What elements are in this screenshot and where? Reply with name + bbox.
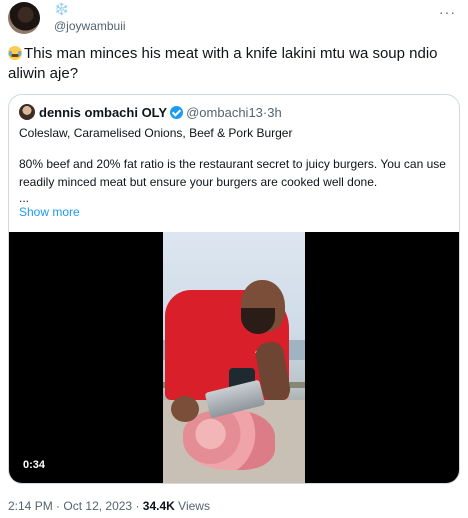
author-display-name[interactable]: ❄️	[54, 2, 69, 16]
quoted-handle[interactable]: @ombachi13	[186, 105, 263, 120]
quoted-tweet-card[interactable]: dennis ombachi OLY @ombachi13·3h Coleslaw…	[8, 94, 460, 484]
quoted-ellipsis: ...	[19, 191, 30, 205]
tweet-meta: 2:14 PM · Oct 12, 2023 · 34.4K Views	[8, 498, 210, 514]
video-duration-badge: 0:34	[19, 457, 50, 474]
quoted-timestamp[interactable]: 3h	[267, 105, 281, 120]
tweet-date[interactable]: Oct 12, 2023	[63, 499, 132, 513]
quoted-avatar[interactable]	[19, 104, 35, 120]
quoted-body: 80% beef and 20% fat ratio is the restau…	[19, 157, 446, 189]
quoted-tweet-header: dennis ombachi OLY @ombachi13·3h	[19, 104, 282, 122]
video-frame	[163, 232, 305, 483]
avatar[interactable]	[8, 2, 40, 34]
frame-hand	[171, 396, 199, 422]
quoted-display-name[interactable]: dennis ombachi OLY	[39, 105, 167, 120]
meta-separator-2: ·	[135, 499, 140, 513]
verified-badge-icon	[170, 106, 184, 119]
views-label: Views	[178, 499, 210, 513]
more-icon[interactable]: ···	[439, 4, 456, 20]
views-count[interactable]: 34.4K	[143, 499, 175, 513]
frame-minced-meat	[183, 410, 275, 470]
author-handle[interactable]: @joywambuii	[54, 19, 126, 33]
tweet-text-content: This man minces his meat with a knife la…	[8, 45, 438, 82]
video-player[interactable]: 0:34	[9, 232, 459, 483]
tweet-text: This man minces his meat with a knife la…	[8, 44, 460, 84]
quoted-title: Coleslaw, Caramelised Onions, Beef & Por…	[19, 126, 293, 140]
show-more-link[interactable]: Show more	[19, 204, 80, 220]
tweet-time[interactable]: 2:14 PM	[8, 499, 53, 513]
meta-separator-1: ·	[56, 499, 61, 513]
tweet-header: ❄️ @joywambuii ···	[8, 2, 460, 36]
tears-of-joy-emoji-icon	[8, 46, 22, 60]
